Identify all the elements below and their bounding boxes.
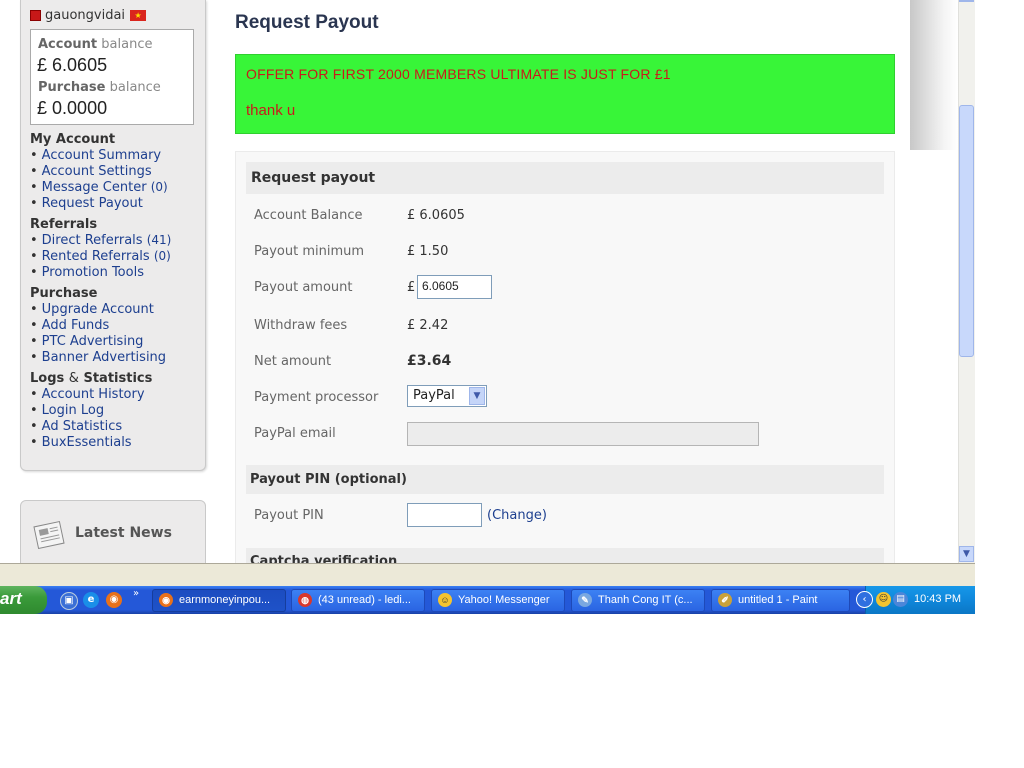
firefox-icon: ◉	[159, 593, 173, 607]
account-balance-value: £ 6.0605	[37, 55, 108, 75]
sidebar-item-rented-referrals[interactable]: • Rented Referrals (0)	[30, 249, 171, 264]
tray-expand-chevron-icon[interactable]: ‹	[856, 591, 873, 608]
withdraw-fees-label: Withdraw fees	[254, 318, 348, 333]
payment-processor-select[interactable]: PayPal ▼	[407, 385, 487, 407]
balance-box: Account balance £ 6.0605 Purchase balanc…	[30, 29, 194, 125]
sidebar-item-message-center[interactable]: • Message Center (0)	[30, 180, 168, 195]
chevron-down-icon[interactable]: ▼	[469, 387, 485, 405]
net-amount-value: £3.64	[407, 353, 452, 369]
user-info: gauongvidai ★	[30, 8, 147, 23]
scroll-down-button[interactable]: ▼	[959, 546, 974, 562]
sidebar-item-account-history[interactable]: • Account History	[30, 387, 145, 402]
sidebar-item-ad-statistics[interactable]: • Ad Statistics	[30, 419, 122, 434]
payout-pin-input[interactable]	[407, 503, 482, 527]
taskbar-button-chrome[interactable]: ◍ (43 unread) - ledi...	[291, 589, 425, 612]
paint-icon: ✐	[718, 593, 732, 607]
change-pin: (Change)	[487, 508, 547, 523]
firefox-icon[interactable]: ◉	[106, 592, 122, 608]
sidebar-item-login-log[interactable]: • Login Log	[30, 403, 104, 418]
net-amount-label: Net amount	[254, 354, 332, 369]
payout-amount-label: Payout amount	[254, 280, 353, 295]
vietnam-flag-icon: ★	[130, 10, 147, 21]
menu-heading-purchase: Purchase	[30, 286, 98, 301]
sidebar-item-account-summary[interactable]: • Account Summary	[30, 148, 161, 163]
network-icon[interactable]: ▤	[893, 592, 908, 607]
menu-heading-logs-statistics: Logs & Statistics	[30, 371, 153, 386]
sidebar-item-buxessentials[interactable]: • BuxEssentials	[30, 435, 132, 450]
section-header-payout-pin: Payout PIN (optional)	[246, 465, 884, 494]
scrollbar-thumb[interactable]	[959, 105, 974, 357]
payout-amount-currency: £	[407, 280, 416, 295]
taskbar-button-chat[interactable]: ✎ Thanh Cong IT (c...	[571, 589, 705, 612]
page-title: Request Payout	[235, 12, 379, 33]
show-desktop-icon[interactable]: ▣	[60, 592, 78, 610]
internet-explorer-icon[interactable]: e	[83, 592, 99, 608]
paypal-email-label: PayPal email	[254, 426, 336, 441]
offer-thanks-text: thank u	[246, 102, 296, 119]
taskbar-button-firefox[interactable]: ◉ earnmoneyinpou...	[152, 589, 286, 612]
offer-text: OFFER FOR FIRST 2000 MEMBERS ULTIMATE IS…	[246, 66, 671, 82]
quicklaunch-more-button[interactable]: »	[133, 588, 139, 599]
account-balance-label: Account balance	[38, 37, 153, 52]
chrome-icon: ◍	[298, 593, 312, 607]
account-balance-field-label: Account Balance	[254, 208, 363, 223]
sidebar-item-ptc-advertising[interactable]: • PTC Advertising	[30, 334, 143, 349]
sidebar-item-account-settings[interactable]: • Account Settings	[30, 164, 152, 179]
payout-pin-label: Payout PIN	[254, 508, 324, 523]
taskbar-button-paint[interactable]: ✐ untitled 1 - Paint	[711, 589, 850, 612]
taskbar-button-yahoo-messenger[interactable]: ☺ Yahoo! Messenger	[431, 589, 565, 612]
menu-heading-my-account: My Account	[30, 132, 116, 147]
sidebar-item-add-funds[interactable]: • Add Funds	[30, 318, 109, 333]
paypal-email-input[interactable]	[407, 422, 759, 446]
payment-processor-label: Payment processor	[254, 390, 379, 405]
newspaper-icon	[33, 520, 65, 549]
sidebar-item-banner-advertising[interactable]: • Banner Advertising	[30, 350, 166, 365]
window-status-strip	[0, 563, 975, 586]
content-shadow	[910, 0, 958, 150]
sidebar-item-upgrade-account[interactable]: • Upgrade Account	[30, 302, 154, 317]
username[interactable]: gauongvidai	[45, 8, 125, 23]
menu-heading-referrals: Referrals	[30, 217, 98, 232]
section-header-request-payout: Request payout	[246, 162, 884, 194]
chat-icon: ✎	[578, 593, 592, 607]
change-pin-link[interactable]: Change	[492, 508, 542, 523]
payment-processor-value: PayPal	[413, 388, 455, 403]
latest-news-title: Latest News	[75, 525, 172, 541]
account-balance-field-value: £ 6.0605	[407, 208, 465, 223]
payout-minimum-value: £ 1.50	[407, 244, 449, 259]
payout-amount-input[interactable]: 6.0605	[417, 275, 492, 299]
yahoo-messenger-icon: ☺	[438, 593, 452, 607]
section-header-captcha: Captcha verification	[246, 548, 884, 563]
clock[interactable]: 10:43 PM	[914, 593, 961, 605]
start-button[interactable]: art	[0, 586, 47, 614]
purchase-balance-label: Purchase balance	[38, 80, 161, 95]
sidebar-item-promotion-tools[interactable]: • Promotion Tools	[30, 265, 144, 280]
purchase-balance-value: £ 0.0000	[37, 98, 108, 118]
status-icon	[30, 10, 41, 21]
withdraw-fees-value: £ 2.42	[407, 318, 449, 333]
payout-minimum-label: Payout minimum	[254, 244, 365, 259]
sidebar-item-request-payout[interactable]: • Request Payout	[30, 196, 143, 211]
sidebar-item-direct-referrals[interactable]: • Direct Referrals (41)	[30, 233, 171, 248]
scroll-up-button[interactable]	[959, 0, 974, 2]
yahoo-messenger-tray-icon[interactable]: ☺	[876, 592, 891, 607]
